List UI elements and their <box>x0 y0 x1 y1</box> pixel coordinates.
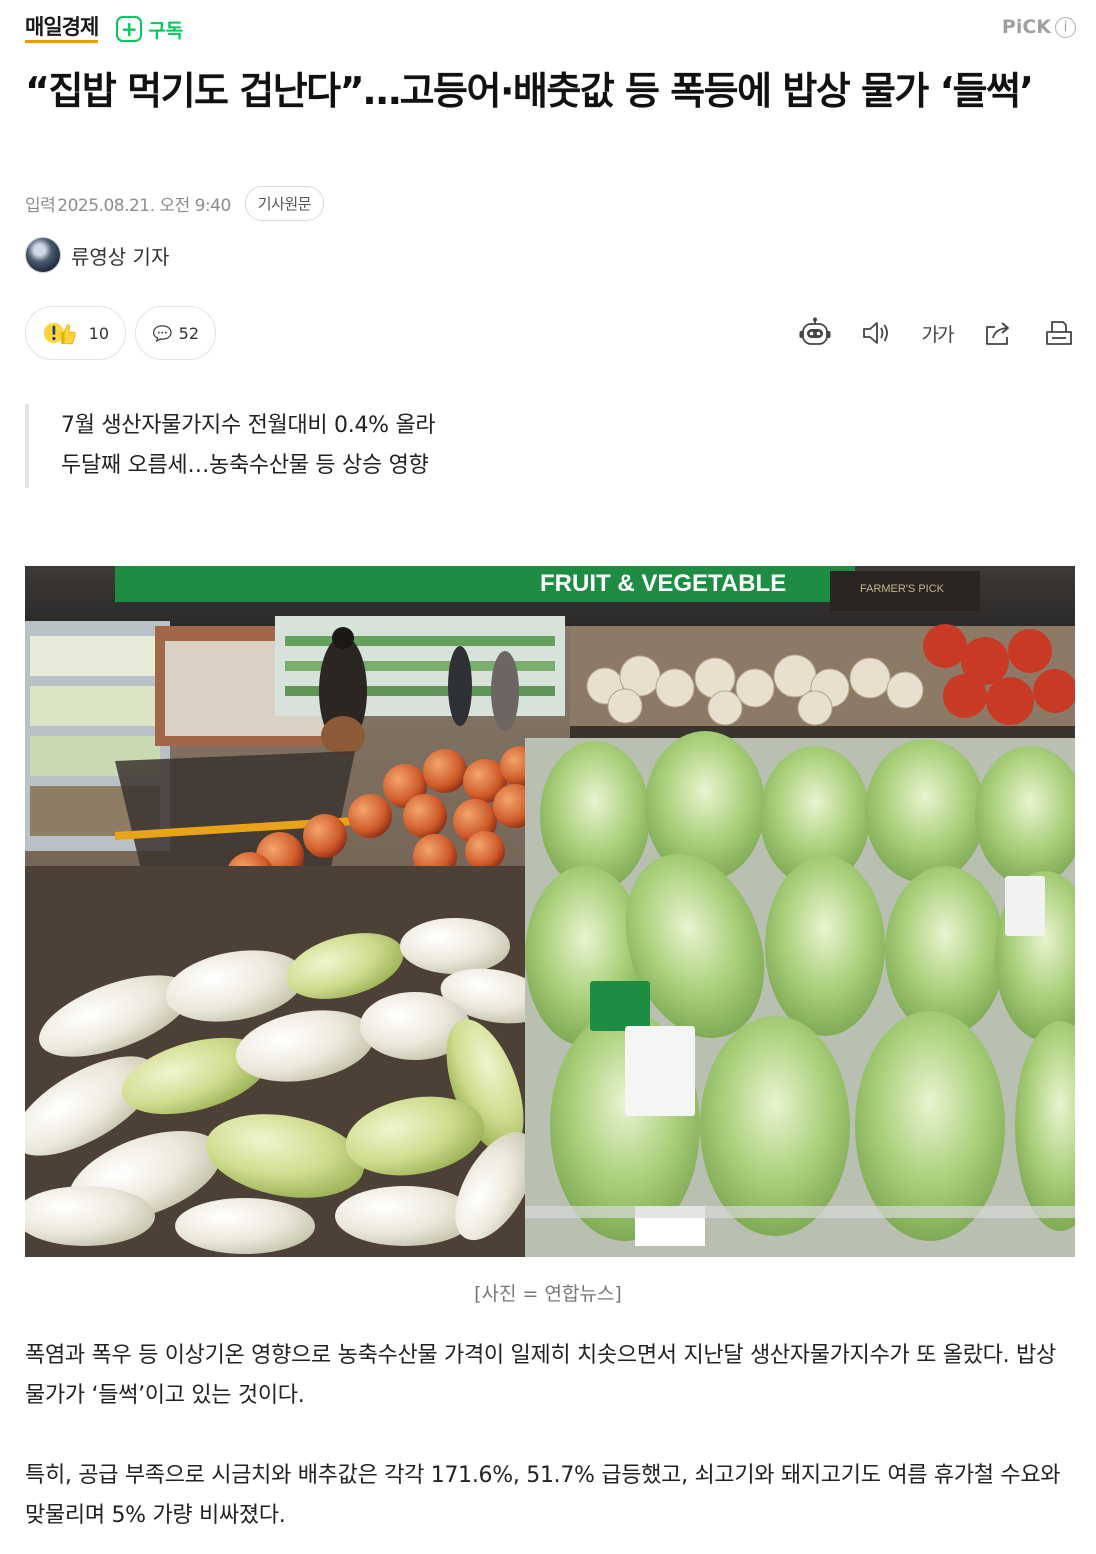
speaker-icon[interactable] <box>859 316 893 350</box>
article-summary: 7월 생산자물가지수 전월대비 0.4% 올라 두달째 오름세…농축수산물 등 … <box>25 404 625 488</box>
summary-line: 두달째 오름세…농축수산물 등 상승 영향 <box>61 453 429 478</box>
store-sign-sub: FARMER'S PICK <box>860 583 945 595</box>
reaction-count: 10 <box>88 323 109 343</box>
subscribe-label: 구독 <box>148 19 184 42</box>
plus-icon: + <box>116 16 143 42</box>
comment-icon <box>152 325 172 343</box>
reporter-name[interactable]: 류영상 기자 <box>71 241 169 270</box>
press-header: 매일경제 + 구독 PiCK i <box>25 12 1076 46</box>
radish-pile <box>25 866 550 1257</box>
article-body: 폭염과 폭우 등 이상기온 영향으로 농축수산물 가격이 일제히 치솟으면서 지… <box>25 1336 1075 1554</box>
publish-date: 2025.08.21. 오전 9:40 <box>57 195 231 216</box>
press-logo[interactable]: 매일경제 <box>25 15 99 43</box>
article-photo[interactable]: FRUIT & VEGETABLE FARMER'S PICK <box>25 566 1075 1257</box>
pick-label: PiCK <box>1001 16 1051 38</box>
font-size-icon[interactable]: 가가 <box>920 316 955 350</box>
action-bar: 10 52 가가 <box>25 306 1076 360</box>
print-icon[interactable] <box>1042 316 1076 350</box>
body-paragraph: 폭염과 폭우 등 이상기온 영향으로 농축수산물 가격이 일제히 치솟으면서 지… <box>25 1343 1056 1408</box>
summary-line: 7월 생산자물가지수 전월대비 0.4% 올라 <box>61 413 436 438</box>
font-size-label: 가가 <box>921 323 955 346</box>
reporter-avatar[interactable] <box>25 237 61 273</box>
article-title: “집밥 먹기도 겁난다”…고등어·배춧값 등 폭등에 밥상 물가 ‘들썩’ <box>25 69 1034 113</box>
reporter-info[interactable]: 류영상 기자 <box>25 237 169 273</box>
date-label: 입력 <box>25 195 56 216</box>
reaction-button[interactable]: 10 <box>25 306 126 360</box>
photo-caption: [사진 = 연합뉴스] <box>474 1283 622 1305</box>
article-meta: 입력 2025.08.21. 오전 9:40 기사원문 <box>25 185 324 221</box>
info-icon[interactable]: i <box>1055 16 1076 38</box>
body-paragraph: 특히, 공급 부족으로 시금치와 배추값은 각각 171.6%, 51.7% 급… <box>25 1463 1061 1528</box>
share-icon[interactable] <box>981 316 1015 350</box>
supermarket-photo: FRUIT & VEGETABLE FARMER'S PICK <box>25 566 1075 1257</box>
store-sign-text: FRUIT & VEGETABLE <box>540 570 786 597</box>
cabbage-display <box>525 731 1075 1257</box>
article-tools: 가가 <box>771 316 1076 350</box>
reaction-icon <box>43 322 76 345</box>
pick-badge[interactable]: PiCK i <box>1002 16 1076 38</box>
subscribe-button[interactable]: + 구독 <box>116 16 183 43</box>
comment-button[interactable]: 52 <box>135 306 216 360</box>
comment-count: 52 <box>178 323 199 343</box>
ai-summary-icon[interactable] <box>798 316 832 350</box>
original-article-button[interactable]: 기사원문 <box>244 185 324 221</box>
